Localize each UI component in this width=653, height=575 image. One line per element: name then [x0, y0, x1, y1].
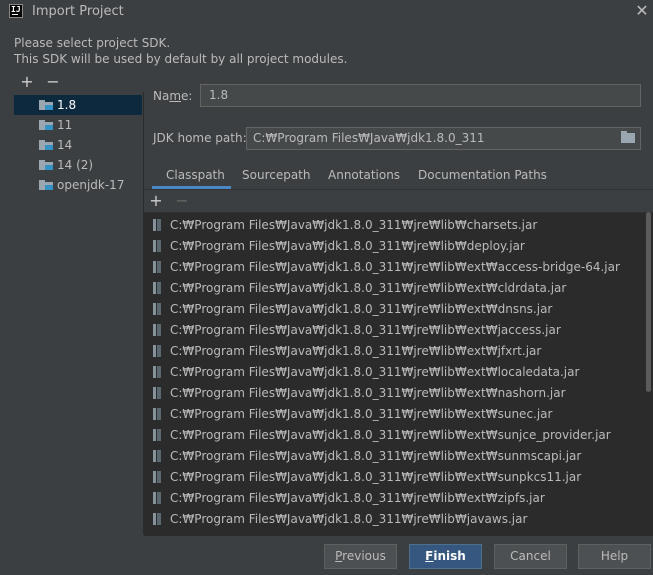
finish-button[interactable]: Finish	[409, 544, 482, 569]
window-title: Import Project	[32, 4, 124, 19]
sdk-item-label: openjdk-17	[57, 178, 125, 192]
help-button[interactable]: Help	[578, 544, 651, 569]
tab-sourcepath[interactable]: Sourcepath	[242, 165, 311, 189]
jar-icon	[153, 513, 162, 525]
scrollbar[interactable]	[646, 212, 651, 392]
tab-annotations[interactable]: Annotations	[328, 165, 400, 189]
list-item[interactable]: C:₩Program Files₩Java₩jdk1.8.0_311₩jre₩l…	[144, 236, 653, 257]
jar-icon	[153, 345, 162, 357]
list-item[interactable]: C:₩Program Files₩Java₩jdk1.8.0_311₩jre₩l…	[144, 404, 653, 425]
add-sdk-button[interactable]: +	[19, 74, 35, 90]
list-item[interactable]: C:₩Program Files₩Java₩jdk1.8.0_311₩jre₩l…	[144, 362, 653, 383]
sdk-list: 1.8 11 14 14 (2) openjdk-17	[14, 95, 142, 195]
list-item[interactable]: C:₩Program Files₩Java₩jdk1.8.0_311₩jre₩l…	[144, 299, 653, 320]
close-icon[interactable]: ✕	[632, 1, 652, 21]
sdk-item-14[interactable]: 14	[14, 135, 142, 155]
sdk-item-14-2[interactable]: 14 (2)	[14, 155, 142, 175]
jar-icon	[153, 282, 162, 294]
jdk-home-label: JDK home path:	[153, 131, 247, 145]
instruction-line-2: This SDK will be used by default by all …	[14, 52, 348, 66]
sdk-item-11[interactable]: 11	[14, 115, 142, 135]
add-path-button[interactable]: +	[148, 193, 164, 209]
sdk-folder-icon	[39, 160, 53, 170]
name-label: Name:	[153, 89, 193, 103]
browse-folder-icon[interactable]	[619, 130, 637, 146]
jar-icon	[153, 240, 162, 252]
sdk-item-label: 1.8	[57, 98, 77, 112]
list-item[interactable]: C:₩Program Files₩Java₩jdk1.8.0_311₩jre₩l…	[144, 383, 653, 404]
list-item[interactable]: C:₩Program Files₩Java₩jdk1.8.0_311₩jre₩l…	[144, 509, 653, 530]
list-item[interactable]: C:₩Program Files₩Java₩jdk1.8.0_311₩jre₩l…	[144, 215, 653, 236]
list-item[interactable]: C:₩Program Files₩Java₩jdk1.8.0_311₩jre₩l…	[144, 467, 653, 488]
list-item[interactable]: C:₩Program Files₩Java₩jdk1.8.0_311₩jre₩l…	[144, 341, 653, 362]
jar-icon	[153, 366, 162, 378]
sdk-folder-icon	[39, 100, 53, 110]
sdk-item-label: 14 (2)	[57, 158, 94, 172]
sdk-item-1-8[interactable]: 1.8	[14, 95, 142, 115]
jar-icon	[153, 408, 162, 420]
list-item[interactable]: C:₩Program Files₩Java₩jdk1.8.0_311₩jre₩l…	[144, 488, 653, 509]
list-item[interactable]: C:₩Program Files₩Java₩jdk1.8.0_311₩jre₩l…	[144, 278, 653, 299]
instruction-line-1: Please select project SDK.	[14, 36, 171, 50]
jar-icon	[153, 387, 162, 399]
previous-button[interactable]: Previous	[324, 544, 397, 569]
classpath-list[interactable]: C:₩Program Files₩Java₩jdk1.8.0_311₩jre₩l…	[144, 212, 653, 536]
remove-sdk-button[interactable]: −	[45, 74, 61, 90]
jar-icon	[153, 219, 162, 231]
jar-icon	[153, 492, 162, 504]
sdk-folder-icon	[39, 180, 53, 190]
list-item[interactable]: C:₩Program Files₩Java₩jdk1.8.0_311₩jre₩l…	[144, 446, 653, 467]
jar-icon	[153, 303, 162, 315]
jar-icon	[153, 324, 162, 336]
jar-icon	[153, 261, 162, 273]
sdk-item-openjdk-17[interactable]: openjdk-17	[14, 175, 142, 195]
jdk-home-path-field[interactable]: C:₩Program Files₩Java₩jdk1.8.0_311	[246, 127, 641, 150]
sdk-folder-icon	[39, 120, 53, 130]
jar-icon	[153, 450, 162, 462]
jar-icon	[153, 429, 162, 441]
list-item[interactable]: C:₩Program Files₩Java₩jdk1.8.0_311₩jre₩l…	[144, 320, 653, 341]
cancel-button[interactable]: Cancel	[494, 544, 567, 569]
sdk-folder-icon	[39, 140, 53, 150]
tab-documentation-paths[interactable]: Documentation Paths	[418, 165, 547, 189]
list-item[interactable]: C:₩Program Files₩Java₩jdk1.8.0_311₩jre₩l…	[144, 425, 653, 446]
tab-classpath[interactable]: Classpath	[152, 165, 231, 189]
sdk-item-label: 11	[57, 118, 73, 132]
tab-bar-separator	[144, 189, 653, 190]
jar-icon	[153, 471, 162, 483]
intellij-app-icon: IJ	[9, 4, 23, 18]
remove-path-button[interactable]: −	[174, 193, 190, 209]
list-item[interactable]: C:₩Program Files₩Java₩jdk1.8.0_311₩jre₩l…	[144, 257, 653, 278]
sdk-item-label: 14	[57, 138, 73, 152]
title-bar: IJ Import Project ✕	[0, 0, 653, 24]
name-field[interactable]: 1.8	[200, 84, 641, 107]
